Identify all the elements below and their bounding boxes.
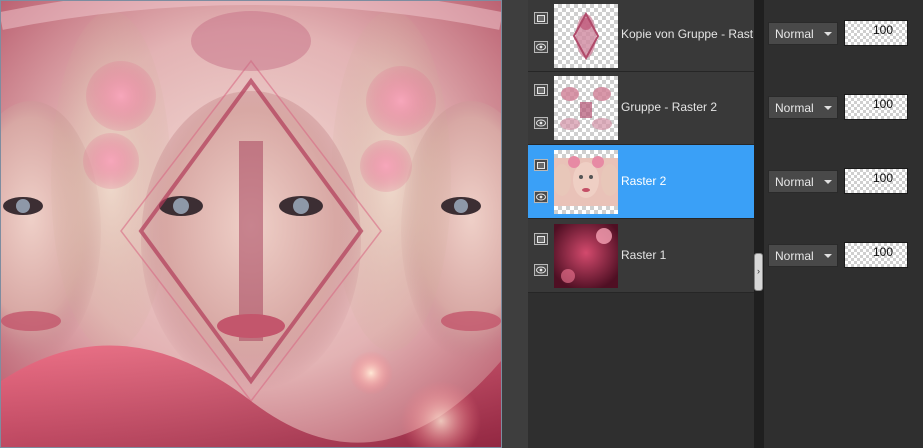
- layer-row-raster-2[interactable]: Raster 2: [528, 145, 754, 219]
- layer-properties-column: Normal 100 Normal 100 Normal 100 Normal …: [764, 0, 923, 448]
- dropdown-arrow-icon: [824, 180, 832, 184]
- opacity-field[interactable]: 100: [844, 20, 908, 46]
- opacity-value: 100: [872, 97, 893, 111]
- layer-visibility-eye-icon[interactable]: [534, 191, 548, 203]
- layer-row-raster-1[interactable]: Raster 1: [528, 219, 754, 293]
- layer-properties-row: Normal 100: [764, 74, 923, 146]
- layers-panel: Kopie von Gruppe - Raster 2 Gruppe - Ras…: [528, 0, 923, 448]
- dropdown-arrow-icon: [824, 32, 832, 36]
- blend-mode-value: Normal: [775, 249, 814, 263]
- blend-mode-value: Normal: [775, 175, 814, 189]
- opacity-value: 100: [872, 245, 893, 259]
- opacity-value: 100: [872, 23, 893, 37]
- layer-visibility-eye-icon[interactable]: [534, 264, 548, 276]
- blend-mode-dropdown[interactable]: Normal: [768, 244, 838, 267]
- group-layer-icon[interactable]: [534, 233, 548, 245]
- opacity-value: 100: [872, 171, 893, 185]
- layer-name: Raster 1: [621, 248, 667, 262]
- blend-mode-dropdown[interactable]: Normal: [768, 170, 838, 193]
- opacity-field[interactable]: 100: [844, 242, 908, 268]
- layer-thumbnail: [554, 224, 618, 288]
- layer-row-kopie-von-gruppe-raster-2[interactable]: Kopie von Gruppe - Raster 2: [528, 0, 754, 72]
- blend-mode-value: Normal: [775, 101, 814, 115]
- layer-visibility-eye-icon[interactable]: [534, 41, 548, 53]
- layer-thumbnail: [554, 76, 618, 140]
- blend-mode-dropdown[interactable]: Normal: [768, 96, 838, 119]
- canvas-artwork: [1, 1, 501, 447]
- panel-divider: [754, 0, 764, 448]
- dropdown-arrow-icon: [824, 106, 832, 110]
- layer-visibility-eye-icon[interactable]: [534, 117, 548, 129]
- group-layer-icon[interactable]: [534, 12, 548, 24]
- opacity-field[interactable]: 100: [844, 168, 908, 194]
- layer-properties-row: Normal 100: [764, 148, 923, 220]
- layer-row-gruppe-raster-2[interactable]: Gruppe - Raster 2: [528, 72, 754, 145]
- blend-mode-value: Normal: [775, 27, 814, 41]
- opacity-field[interactable]: 100: [844, 94, 908, 120]
- canvas-separator: [502, 0, 528, 448]
- layer-properties-row: Normal 100: [764, 222, 923, 294]
- group-layer-icon[interactable]: [534, 159, 548, 171]
- layer-name: Raster 2: [621, 174, 667, 188]
- layer-properties-row: Normal 100: [764, 0, 923, 72]
- layer-thumbnail: [554, 4, 618, 68]
- layer-name: Gruppe - Raster 2: [621, 100, 718, 114]
- dropdown-arrow-icon: [824, 254, 832, 258]
- image-canvas[interactable]: [0, 0, 502, 448]
- layer-thumbnail: [554, 150, 618, 214]
- panel-grip-icon[interactable]: ›: [754, 253, 763, 291]
- blend-mode-dropdown[interactable]: Normal: [768, 22, 838, 45]
- layer-name: Kopie von Gruppe - Raster 2: [621, 27, 753, 41]
- group-layer-icon[interactable]: [534, 84, 548, 96]
